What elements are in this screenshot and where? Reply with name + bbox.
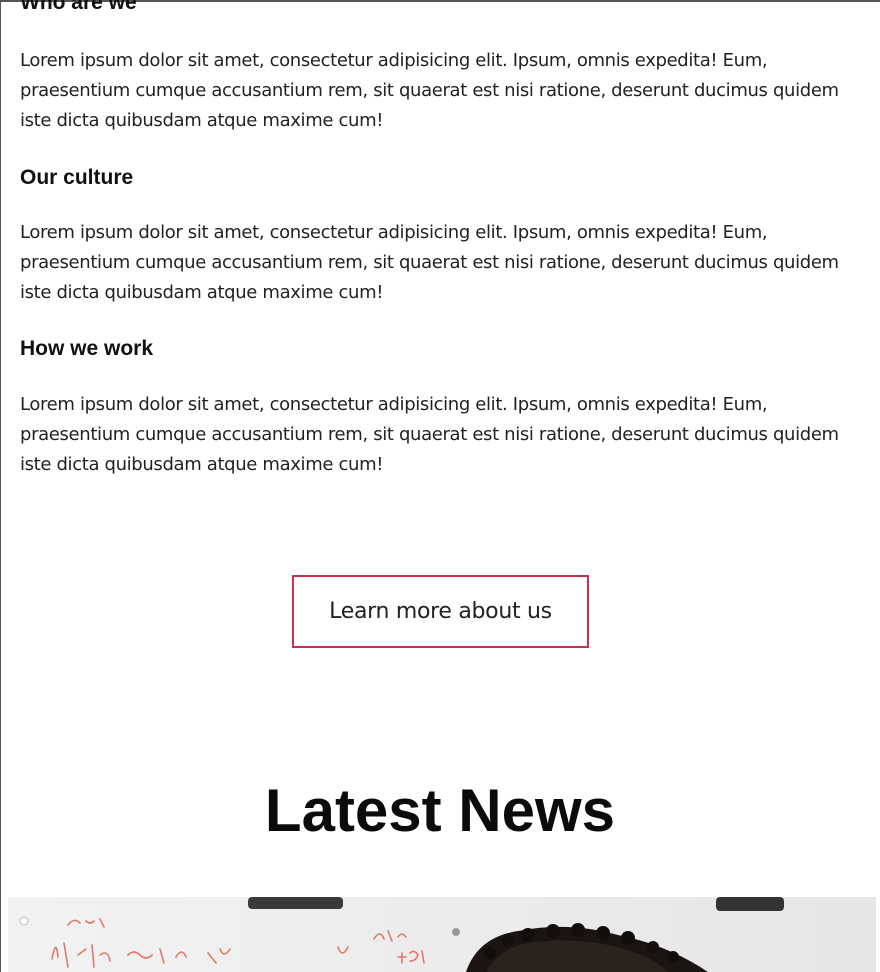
section-heading-our-culture: Our culture <box>20 166 134 189</box>
news-image[interactable] <box>8 897 876 972</box>
learn-more-button[interactable]: Learn more about us <box>292 575 589 648</box>
latest-news-title: Latest News <box>264 777 616 844</box>
section-text-our-culture: Lorem ipsum dolor sit amet, consectetur … <box>20 222 839 303</box>
news-photo-graphic <box>8 897 876 972</box>
section-text-who-are-we: Lorem ipsum dolor sit amet, consectetur … <box>20 50 839 131</box>
section-heading-how-we-work: How we work <box>20 337 154 360</box>
section-heading-who-are-we: Who are we <box>20 0 137 14</box>
section-text-how-we-work: Lorem ipsum dolor sit amet, consectetur … <box>20 394 839 475</box>
